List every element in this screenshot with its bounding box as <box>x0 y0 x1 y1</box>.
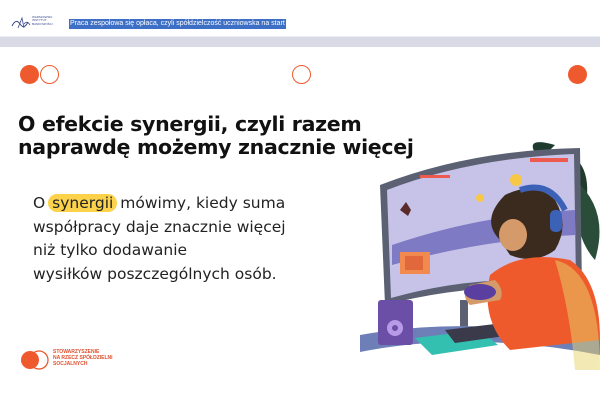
circle-outline-left <box>40 65 59 84</box>
logo-line-3: BANKOWOŚCI <box>32 21 53 26</box>
body-line-1: O synergii mówimy, kiedy suma <box>33 192 315 216</box>
circle-outline-center <box>292 65 311 84</box>
body-word: daje <box>125 217 160 236</box>
body-line-4: wysiłków poszczególnych osób. <box>33 264 277 283</box>
body-word: znacznie <box>163 217 232 236</box>
slide-body: O synergii mówimy, kiedy suma współpracy… <box>33 192 315 286</box>
highlighted-term: synergii <box>48 194 118 212</box>
toolbar-band <box>0 37 600 47</box>
gamer-illustration-icon <box>360 142 600 370</box>
heading-line-1: O efekcie synergii, czyli razem <box>18 112 362 136</box>
document-header: WARSZAWSKI INSTYTUT BANKOWOŚCI Praca zes… <box>0 0 600 37</box>
org-line-3: SOCJALNYCH <box>53 361 88 367</box>
circle-filled-left <box>20 65 39 84</box>
body-word: współpracy <box>33 217 121 236</box>
body-word: mówimy, <box>120 194 192 212</box>
organization-name: STOWARZYSZENIE NA RZECZ SPÓŁDZIELNI SOCJ… <box>53 349 133 367</box>
body-line-2: współpracy daje znacznie więcej <box>33 216 315 240</box>
document-title[interactable]: Praca zespołowa się opłaca, czyli spółdz… <box>69 19 286 29</box>
body-line-3: niż tylko dodawanie <box>33 241 188 259</box>
body-word: więcej <box>236 217 286 236</box>
body-word: suma <box>242 194 286 212</box>
body-word: kiedy <box>195 194 238 212</box>
body-word: O <box>33 194 46 212</box>
organization-logo-icon <box>21 350 49 370</box>
logo-text: WARSZAWSKI INSTYTUT BANKOWOŚCI <box>32 15 62 26</box>
circle-filled-right <box>568 65 587 84</box>
